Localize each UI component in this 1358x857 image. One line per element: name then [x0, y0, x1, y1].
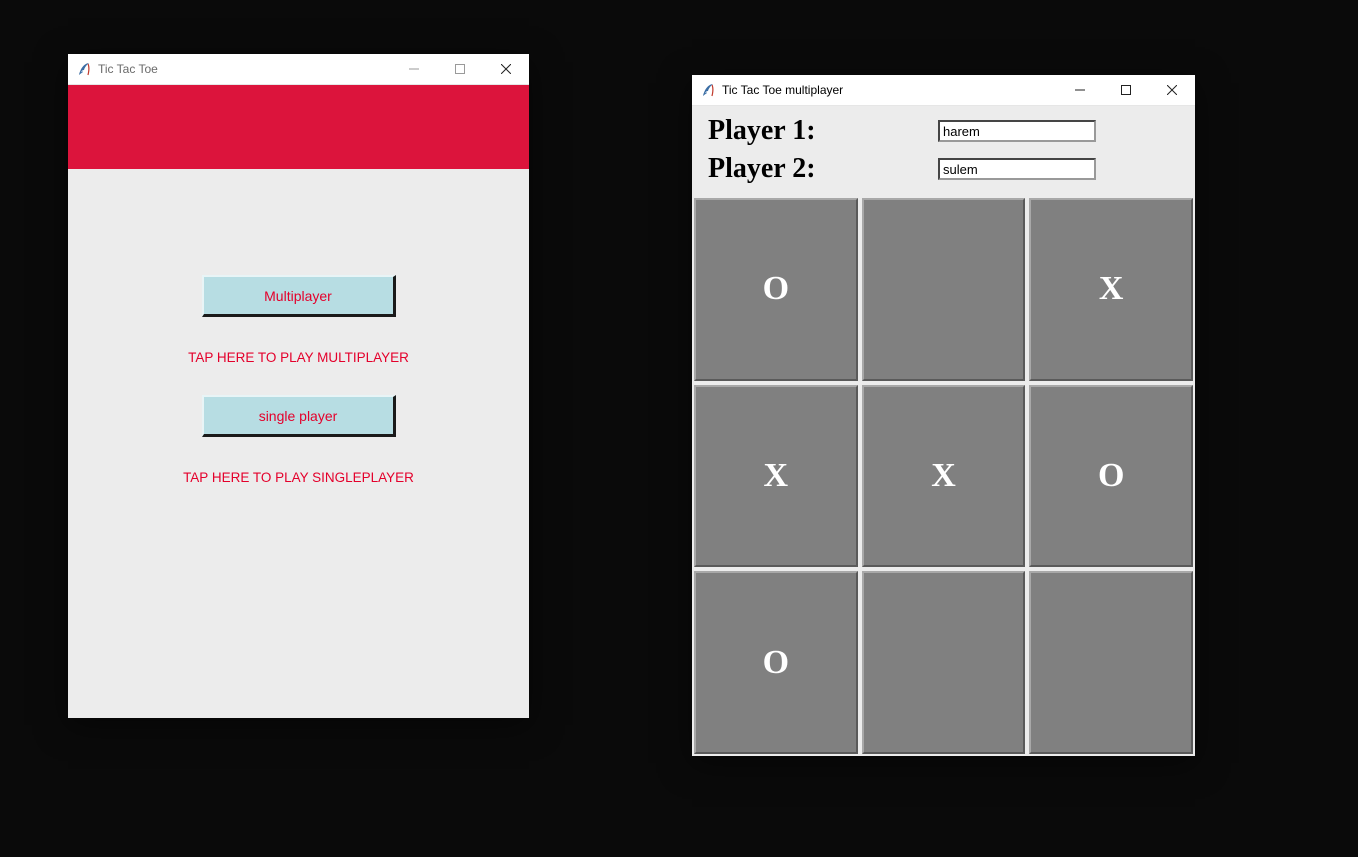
singleplayer-button-label: single player [259, 408, 338, 424]
titlebar[interactable]: Tic Tac Toe multiplayer [692, 75, 1195, 106]
cell-1-2[interactable]: O [1029, 385, 1193, 568]
minimize-button[interactable] [1057, 75, 1103, 105]
multiplayer-button-label: Multiplayer [264, 288, 332, 304]
multiplayer-button[interactable]: Multiplayer [202, 275, 396, 317]
window-title: Tic Tac Toe [98, 62, 158, 76]
singleplayer-button[interactable]: single player [202, 395, 396, 437]
menu-body: Multiplayer TAP HERE TO PLAY MULTIPLAYER… [68, 85, 529, 718]
cell-1-0[interactable]: X [694, 385, 858, 568]
multiplayer-caption: TAP HERE TO PLAY MULTIPLAYER [68, 350, 529, 365]
tk-feather-icon [700, 82, 716, 98]
player1-label: Player 1: [708, 115, 938, 147]
player2-label: Player 2: [708, 153, 938, 185]
menu-window: Tic Tac Toe Multiplayer TAP HERE TO PLAY… [68, 54, 529, 717]
cell-0-0[interactable]: O [694, 198, 858, 381]
singleplayer-caption: TAP HERE TO PLAY SINGLEPLAYER [68, 470, 529, 485]
maximize-button[interactable] [437, 54, 483, 84]
titlebar[interactable]: Tic Tac Toe [68, 54, 529, 85]
cell-2-2[interactable] [1029, 571, 1193, 754]
minimize-button[interactable] [391, 54, 437, 84]
cell-0-2[interactable]: X [1029, 198, 1193, 381]
player2-input[interactable] [938, 158, 1096, 180]
game-window: Tic Tac Toe multiplayer Player 1: Player… [692, 75, 1195, 755]
window-title: Tic Tac Toe multiplayer [722, 83, 843, 97]
close-button[interactable] [1149, 75, 1195, 105]
player1-row: Player 1: [708, 112, 1179, 150]
header-band [68, 85, 529, 169]
player2-row: Player 2: [708, 150, 1179, 188]
close-button[interactable] [483, 54, 529, 84]
cell-2-1[interactable] [862, 571, 1026, 754]
player-panel: Player 1: Player 2: [692, 106, 1195, 198]
cell-2-0[interactable]: O [694, 571, 858, 754]
game-grid: O X X X O O [692, 198, 1195, 756]
player1-input[interactable] [938, 120, 1096, 142]
cell-1-1[interactable]: X [862, 385, 1026, 568]
tk-feather-icon [76, 61, 92, 77]
maximize-button[interactable] [1103, 75, 1149, 105]
cell-0-1[interactable] [862, 198, 1026, 381]
game-body: Player 1: Player 2: O X X X O O [692, 106, 1195, 756]
